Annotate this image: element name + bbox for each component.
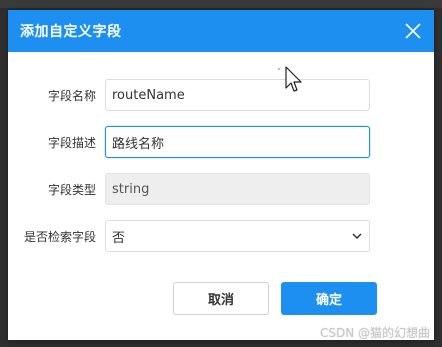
form-row-is-search: 是否检索字段 否 — [8, 219, 434, 253]
form-row-field-type: 字段类型 string — [8, 172, 434, 206]
field-name-input[interactable]: routeName — [105, 79, 370, 111]
close-button[interactable] — [402, 20, 424, 42]
add-custom-field-dialog: 添加自定义字段 字段名称 routeName 字段描述 路线名称 字段类型 st… — [8, 10, 434, 340]
field-desc-label: 字段描述 — [47, 135, 96, 150]
field-desc-input[interactable]: 路线名称 — [105, 126, 370, 158]
window-frame-left — [0, 8, 8, 347]
field-type-value: string — [112, 181, 150, 197]
form-row-field-desc: 字段描述 路线名称 — [8, 125, 434, 159]
is-search-selected: 否 — [112, 230, 126, 246]
dialog-header: 添加自定义字段 — [8, 10, 434, 52]
is-search-select[interactable]: 否 — [105, 220, 370, 252]
form-row-field-name: 字段名称 routeName — [8, 78, 434, 112]
field-type-input: string — [105, 173, 370, 205]
mouse-cursor-icon — [285, 66, 302, 92]
field-desc-value: 路线名称 — [112, 136, 165, 152]
cancel-button[interactable]: 取消 — [173, 282, 269, 315]
field-type-label: 字段类型 — [47, 182, 96, 197]
marker-dot — [278, 68, 280, 70]
dialog-title: 添加自定义字段 — [20, 24, 122, 40]
chevron-down-icon — [352, 233, 362, 240]
close-icon — [405, 23, 421, 39]
window-frame-right — [434, 8, 442, 347]
watermark: CSDN @猫的幻想曲 — [319, 326, 430, 340]
field-name-label: 字段名称 — [47, 88, 96, 103]
window-frame-top — [0, 0, 442, 8]
ok-button[interactable]: 确定 — [281, 282, 377, 315]
is-search-label: 是否检索字段 — [23, 229, 96, 244]
field-name-value: routeName — [112, 87, 185, 103]
